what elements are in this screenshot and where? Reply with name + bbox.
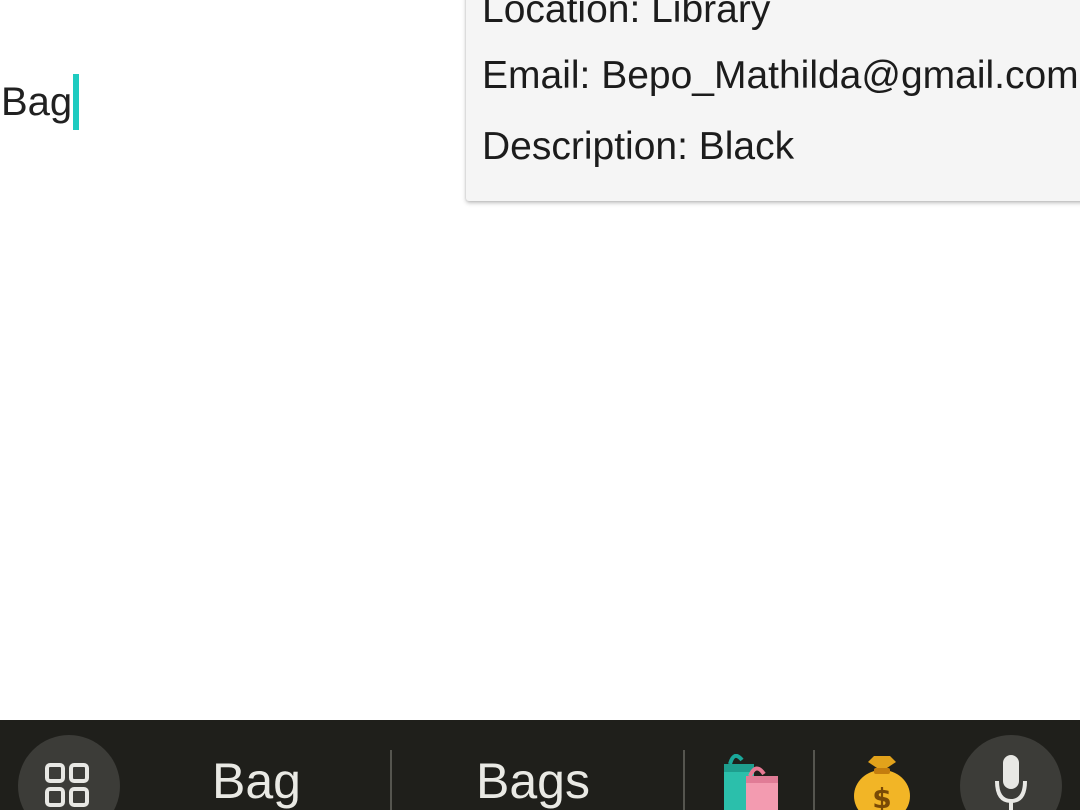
suggestion-word-1[interactable]: Bag: [212, 756, 301, 806]
text-cursor: [73, 74, 80, 130]
description-text: Description: Black: [482, 125, 795, 168]
shopping-bags-emoji-icon[interactable]: [720, 753, 784, 810]
suggestion-divider: [390, 750, 392, 810]
apps-grid-icon: [45, 763, 93, 810]
item-detail-popup[interactable]: Location: Library Email: Bepo_Mathilda@g…: [466, 0, 1080, 201]
search-input[interactable]: Bag: [0, 70, 440, 134]
suggestion-divider: [813, 750, 815, 810]
svg-text:$: $: [872, 782, 891, 810]
keyboard-suggestion-bar: Bag Bags $: [0, 720, 1080, 810]
keyboard-apps-button[interactable]: [18, 735, 120, 810]
email-text: Email: Bepo_Mathilda@gmail.com: [482, 54, 1079, 97]
money-bag-emoji-icon[interactable]: $: [850, 754, 914, 810]
screen: Bag Location: Library Email: Bepo_Mathil…: [0, 0, 1080, 810]
location-text: Location: Library: [482, 0, 771, 31]
voice-input-button[interactable]: [960, 735, 1062, 810]
microphone-icon: [995, 755, 1027, 810]
suggestion-divider: [683, 750, 685, 810]
suggestion-word-2[interactable]: Bags: [476, 756, 590, 806]
search-input-text: Bag: [1, 80, 73, 124]
